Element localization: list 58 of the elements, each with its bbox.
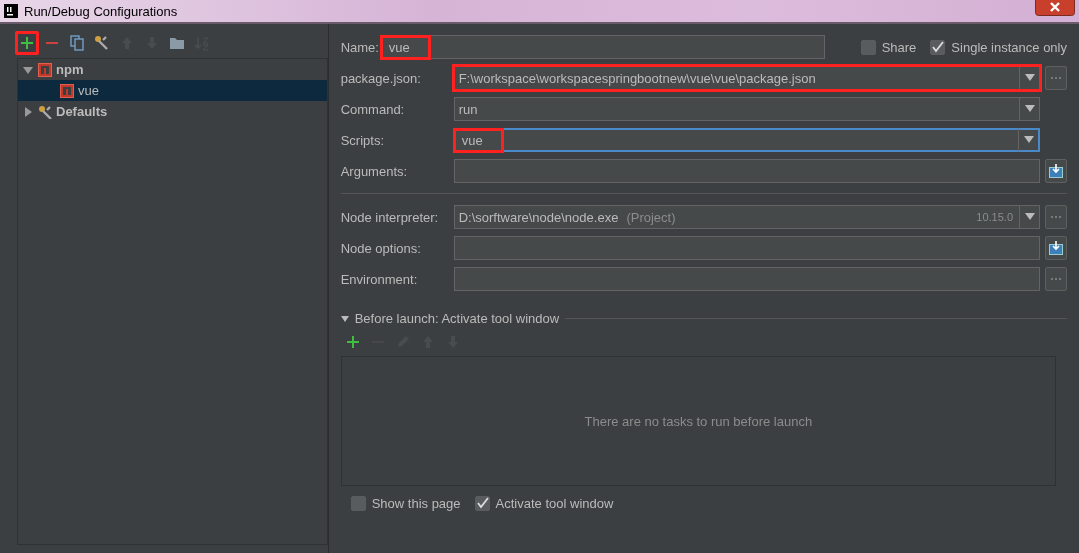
combo-box[interactable]: vue — [453, 128, 1040, 152]
checkbox-label: Activate tool window — [495, 496, 614, 511]
browse-button[interactable] — [1045, 267, 1067, 291]
caret-icon — [1024, 74, 1035, 82]
tree-item[interactable]: vue — [18, 80, 327, 101]
field-label: Node interpreter: — [340, 209, 440, 225]
window-title: Run/Debug Configurations — [24, 3, 179, 19]
combo-box[interactable]: run — [453, 97, 1040, 121]
collapsed-arrow-icon[interactable] — [22, 105, 34, 118]
field-label: Command: — [340, 101, 406, 117]
caret-icon — [1023, 136, 1034, 144]
close-button[interactable] — [1035, 0, 1075, 16]
expand-icon — [1049, 164, 1063, 178]
text-field[interactable] — [453, 236, 1040, 260]
text-field[interactable] — [453, 267, 1040, 291]
field-label: Scripts: — [340, 132, 385, 148]
checkbox-label: Show this page — [371, 496, 461, 511]
expand-button[interactable] — [1045, 236, 1067, 260]
checkbox[interactable] — [474, 496, 490, 511]
expand-icon — [1049, 241, 1063, 255]
name-field[interactable]: vue — [381, 35, 825, 59]
field-label: package.json: — [340, 70, 422, 86]
caret-icon — [1024, 213, 1035, 221]
empty-message: There are no tasks to run before launch — [584, 413, 813, 429]
expanded-arrow-icon[interactable] — [340, 314, 349, 323]
wrench-icon — [94, 35, 110, 51]
field-label: Environment: — [340, 271, 419, 287]
tree-item[interactable]: npm — [18, 59, 327, 80]
combo-box[interactable]: F:\workspace\workspacespringbootnew\vue\vue\package.json — [453, 66, 1040, 90]
plus-icon — [344, 334, 361, 350]
field-label: Arguments: — [340, 163, 409, 179]
checkbox[interactable] — [350, 496, 366, 511]
browse-button[interactable] — [1045, 66, 1067, 90]
caret-icon — [1024, 105, 1035, 113]
version-label: 10.15.0 — [976, 211, 1013, 223]
tree-item[interactable]: Defaults — [18, 101, 327, 122]
field-label: Node options: — [340, 240, 422, 256]
checkbox[interactable] — [860, 39, 876, 55]
checkmark-icon — [475, 497, 489, 510]
checkbox[interactable] — [930, 39, 946, 55]
field-label: Name: — [340, 39, 380, 55]
npm-icon — [38, 62, 52, 77]
combo-box[interactable]: D:\sorftware\node\node.exe (Project) 10.15.0 — [453, 205, 1040, 229]
checkbox-label: Share — [881, 39, 917, 55]
npm-icon — [60, 83, 74, 98]
browse-button[interactable] — [1045, 205, 1067, 229]
expand-button[interactable] — [1045, 159, 1067, 183]
plus-icon — [19, 35, 35, 51]
copy-icon — [69, 35, 85, 51]
checkbox-label: Single instance only — [951, 39, 1067, 55]
folder-icon — [169, 35, 185, 51]
wrench-icon — [38, 104, 52, 119]
minus-icon — [46, 42, 58, 44]
text-field[interactable] — [453, 159, 1040, 183]
checkmark-icon — [931, 40, 945, 54]
section-title[interactable]: Before launch: Activate tool window — [354, 311, 560, 326]
plus-button[interactable] — [15, 31, 39, 55]
app-logo-icon — [4, 4, 18, 18]
